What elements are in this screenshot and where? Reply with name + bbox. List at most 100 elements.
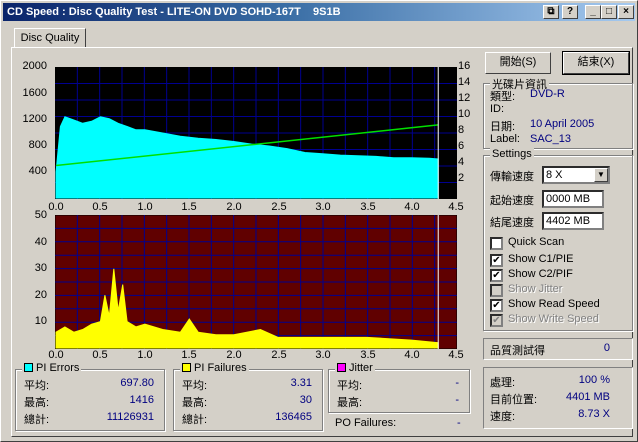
quality-score-value: 0 [603, 342, 610, 354]
x-tick-label: 4.0 [404, 201, 420, 213]
id-label: ID: [490, 103, 505, 115]
date-label: 日期: [490, 121, 516, 133]
y2-tick-label: 12 [458, 92, 471, 104]
tab-disc-quality[interactable]: Disc Quality [14, 28, 86, 48]
avg-label: 平均: [24, 380, 50, 392]
y-tick-label: 400 [28, 165, 47, 177]
maximize-icon[interactable]: □ [601, 5, 617, 19]
max-label: 最高: [24, 397, 50, 409]
start-button[interactable]: 開始(S) [485, 52, 551, 74]
x-tick-label: 0.5 [92, 201, 108, 213]
pi-errors-title: PI Errors [22, 362, 82, 374]
y2-tick-label: 16 [458, 60, 471, 72]
jitter-avg: - [455, 377, 459, 389]
x-tick-label: 2.5 [271, 349, 287, 361]
disc-type: DVD-R [530, 88, 565, 100]
pi-failures-group: PI Failures 平均: 3.31 最高: 30 總計: 136465 [173, 362, 323, 431]
process-value: 100 % [578, 374, 610, 386]
x-tick-label: 3.5 [360, 349, 376, 361]
settings-group: Settings 傳輸速度 8 X ▼ 起始速度 0000 MB 結尾速度 44… [483, 148, 633, 331]
y2-tick-label: 8 [458, 124, 465, 136]
x-tick-label: 1.0 [137, 201, 153, 213]
start-speed-input[interactable]: 0000 MB [542, 190, 604, 208]
quick-scan-label: Quick Scan [508, 236, 565, 248]
x-tick-label: 3.5 [360, 201, 376, 213]
y2-tick-label: 14 [458, 76, 471, 88]
start-speed-label: 起始速度 [490, 195, 534, 207]
magenta-swatch-icon [337, 363, 346, 372]
show-read-speed-checkbox[interactable]: ✔ [490, 299, 503, 312]
progress-panel: 處理: 100 % 目前位置: 4401 MB 速度: 8.73 X [483, 367, 633, 429]
x-tick-label: 2.0 [226, 201, 242, 213]
close-icon[interactable]: × [618, 5, 634, 19]
y2-tick-label: 10 [458, 108, 471, 120]
help-icon[interactable]: ? [562, 5, 578, 19]
show-write-speed-label: Show Write Speed [508, 313, 599, 325]
show-c2-pif-checkbox[interactable]: ✔ [490, 269, 503, 282]
avg-label: 平均: [337, 380, 363, 392]
x-tick-label: 3.0 [315, 349, 331, 361]
x-tick-label: 4.0 [404, 349, 420, 361]
pi-errors-avg: 697.80 [120, 377, 154, 389]
x-tick-label: 1.5 [181, 349, 197, 361]
pi-errors-group: PI Errors 平均: 697.80 最高: 1416 總計: 111269… [15, 362, 165, 431]
jitter-group: Jitter 平均: - 最高: - [328, 362, 470, 413]
po-failures-value: - [457, 417, 461, 429]
pi-failures-total: 136465 [275, 411, 312, 423]
show-c1-pie-label: Show C1/PIE [508, 253, 574, 265]
speed-label: 傳輸速度 [490, 171, 534, 183]
type-label: 類型: [490, 91, 516, 103]
cyan-swatch-icon [24, 363, 33, 372]
y2-tick-label: 6 [458, 140, 465, 152]
pi-failures-max: 30 [299, 394, 312, 406]
process-label: 處理: [490, 377, 516, 389]
show-c1-pie-checkbox[interactable]: ✔ [490, 254, 503, 267]
end-speed-input[interactable]: 4402 MB [542, 212, 604, 230]
x-tick-label: 0.0 [48, 349, 64, 361]
y2-tick-label: 2 [458, 172, 465, 184]
position-value: 4401 MB [565, 391, 610, 403]
x-tick-label: 4.5 [448, 349, 464, 361]
restore-icon[interactable]: ⧉ [543, 5, 559, 19]
x-tick-label: 2.5 [271, 201, 287, 213]
y-tick-label: 50 [34, 209, 47, 221]
pi-errors-total: 11126931 [106, 411, 154, 423]
show-jitter-checkbox [490, 284, 503, 297]
y-tick-label: 10 [34, 315, 47, 327]
y-tick-label: 20 [34, 289, 47, 301]
x-tick-label: 0.5 [92, 349, 108, 361]
show-write-speed-checkbox: ✔ [490, 314, 503, 327]
show-c2-pif-label: Show C2/PIF [508, 268, 573, 280]
pi-failures-title: PI Failures [180, 362, 249, 374]
end-button[interactable]: 結束(X) [562, 51, 630, 75]
pi-failures-avg: 3.31 [290, 377, 312, 389]
label-label: Label: [490, 133, 520, 145]
max-label: 最高: [337, 397, 363, 409]
jitter-max: - [455, 394, 459, 406]
total-label: 總計: [182, 414, 208, 426]
y-tick-label: 800 [28, 139, 47, 151]
quick-scan-checkbox[interactable] [490, 237, 503, 250]
disc-info-group: 光碟片資訊 類型: DVD-R ID: 日期: 10 April 2005 La… [483, 76, 633, 149]
y-tick-label: 30 [34, 262, 47, 274]
avg-label: 平均: [182, 380, 208, 392]
yellow-swatch-icon [182, 363, 191, 372]
chevron-down-icon[interactable]: ▼ [594, 168, 608, 182]
quality-score-panel: 品質測試得 0 [483, 338, 633, 360]
position-label: 目前位置: [490, 394, 538, 406]
total-label: 總計: [24, 414, 50, 426]
pi-errors-max: 1416 [129, 394, 154, 406]
disc-date: 10 April 2005 [530, 118, 595, 130]
y-tick-label: 40 [34, 236, 47, 248]
window-title: CD Speed : Disc Quality Test - LITE-ON D… [3, 3, 635, 21]
end-speed-label: 結尾速度 [490, 217, 534, 229]
minimize-icon[interactable]: _ [585, 5, 601, 19]
speed-readout-label: 速度: [490, 411, 516, 423]
x-tick-label: 1.5 [181, 201, 197, 213]
po-failures-label: PO Failures: [335, 417, 397, 429]
app-window: CD Speed : Disc Quality Test - LITE-ON D… [0, 0, 638, 442]
x-tick-label: 2.0 [226, 349, 242, 361]
x-tick-label: 1.0 [137, 349, 153, 361]
x-tick-label: 4.5 [448, 201, 464, 213]
y-tick-label: 2000 [22, 60, 47, 72]
